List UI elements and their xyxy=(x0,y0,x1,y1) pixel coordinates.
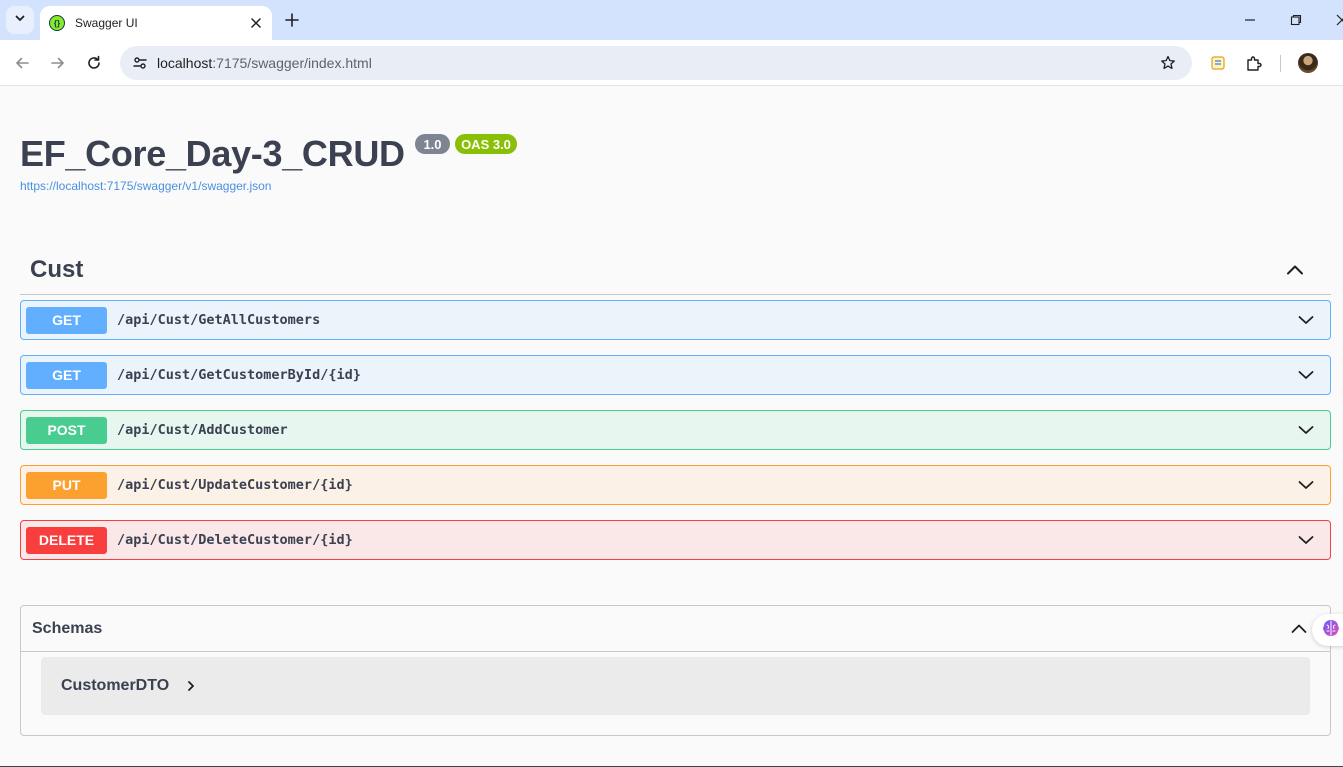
chevron-down-icon[interactable] xyxy=(1294,473,1318,497)
tab-search-button[interactable] xyxy=(6,6,34,34)
profile-avatar[interactable] xyxy=(1298,53,1318,73)
brain-icon xyxy=(1320,617,1342,644)
tag-section-cust[interactable]: Cust xyxy=(20,245,1331,295)
model-customerdto[interactable]: CustomerDTO xyxy=(41,657,1310,715)
chevron-down-icon[interactable] xyxy=(1294,418,1318,442)
api-title: EF_Core_Day-3_CRUD xyxy=(20,133,405,174)
bookmark-star-icon[interactable] xyxy=(1158,53,1178,73)
version-badge: 1.0 xyxy=(415,134,450,154)
operation-path: /api/Cust/UpdateCustomer/{id} xyxy=(117,477,353,493)
browser-toolbar: localhost:7175/swagger/index.html xyxy=(0,40,1343,86)
tab-title: Swagger UI xyxy=(75,16,138,30)
reload-icon xyxy=(88,55,100,69)
method-badge: GET xyxy=(26,361,107,389)
schemas-title: Schemas xyxy=(32,619,103,637)
reload-button[interactable] xyxy=(83,52,105,74)
arrow-left-icon xyxy=(16,57,29,69)
back-button[interactable] xyxy=(11,52,33,74)
close-icon xyxy=(1336,14,1343,26)
url-path: :7175/swagger/index.html xyxy=(212,55,372,71)
minimize-icon xyxy=(1245,19,1255,21)
forward-button[interactable] xyxy=(47,52,69,74)
chevron-down-icon xyxy=(14,11,26,29)
address-bar[interactable]: localhost:7175/swagger/index.html xyxy=(120,46,1192,80)
operation-get-customer-by-id[interactable]: GET /api/Cust/GetCustomerById/{id} xyxy=(20,355,1331,395)
browser-tabstrip: {} Swagger UI xyxy=(0,0,1343,40)
url-text[interactable]: localhost:7175/swagger/index.html xyxy=(157,55,1158,71)
operation-get-all-customers[interactable]: GET /api/Cust/GetAllCustomers xyxy=(20,300,1331,340)
operation-path: /api/Cust/AddCustomer xyxy=(117,422,288,438)
method-badge: DELETE xyxy=(26,526,107,554)
schemas-header[interactable]: Schemas xyxy=(21,606,1330,652)
arrow-right-icon xyxy=(51,57,64,69)
toolbar-divider xyxy=(1280,55,1281,72)
method-badge: POST xyxy=(26,416,107,444)
new-tab-button[interactable] xyxy=(282,10,302,30)
extension-notes-icon[interactable] xyxy=(1207,52,1229,74)
swagger-favicon-icon: {} xyxy=(49,15,65,31)
close-icon xyxy=(251,18,261,28)
minimize-button[interactable] xyxy=(1240,10,1260,30)
plus-icon xyxy=(285,13,299,27)
operation-add-customer[interactable]: POST /api/Cust/AddCustomer xyxy=(20,410,1331,450)
chevron-down-icon[interactable] xyxy=(1294,528,1318,552)
method-badge: GET xyxy=(26,306,107,334)
model-name: CustomerDTO xyxy=(61,677,170,694)
chevron-right-icon[interactable] xyxy=(183,678,199,694)
chevron-down-icon[interactable] xyxy=(1294,363,1318,387)
swagger-page: EF_Core_Day-3_CRUD 1.0 OAS 3.0 https://l… xyxy=(0,87,1343,767)
chevron-down-icon[interactable] xyxy=(1294,308,1318,332)
site-settings-icon[interactable] xyxy=(130,53,150,73)
operation-path: /api/Cust/DeleteCustomer/{id} xyxy=(117,532,353,548)
operation-path: /api/Cust/GetAllCustomers xyxy=(117,312,321,328)
method-badge: PUT xyxy=(26,471,107,499)
operation-update-customer[interactable]: PUT /api/Cust/UpdateCustomer/{id} xyxy=(20,465,1331,505)
url-host: localhost xyxy=(157,55,213,71)
side-extension-button[interactable] xyxy=(1312,614,1343,646)
chevron-up-icon[interactable] xyxy=(1287,617,1311,641)
restore-button[interactable] xyxy=(1286,10,1306,30)
oas-badge: OAS 3.0 xyxy=(455,134,517,154)
close-window-button[interactable] xyxy=(1332,10,1343,30)
browser-tab-active[interactable]: {} Swagger UI xyxy=(40,6,272,40)
operation-delete-customer[interactable]: DELETE /api/Cust/DeleteCustomer/{id} xyxy=(20,520,1331,560)
tag-title: Cust xyxy=(30,255,84,283)
restore-icon xyxy=(1290,14,1302,26)
operation-path: /api/Cust/GetCustomerById/{id} xyxy=(117,367,361,383)
chevron-up-icon[interactable] xyxy=(1283,258,1307,282)
extensions-puzzle-icon[interactable] xyxy=(1243,52,1265,74)
close-tab-button[interactable] xyxy=(248,15,264,31)
schemas-section: Schemas CustomerDTO xyxy=(20,605,1331,736)
spec-json-link[interactable]: https://localhost:7175/swagger/v1/swagge… xyxy=(20,179,271,193)
